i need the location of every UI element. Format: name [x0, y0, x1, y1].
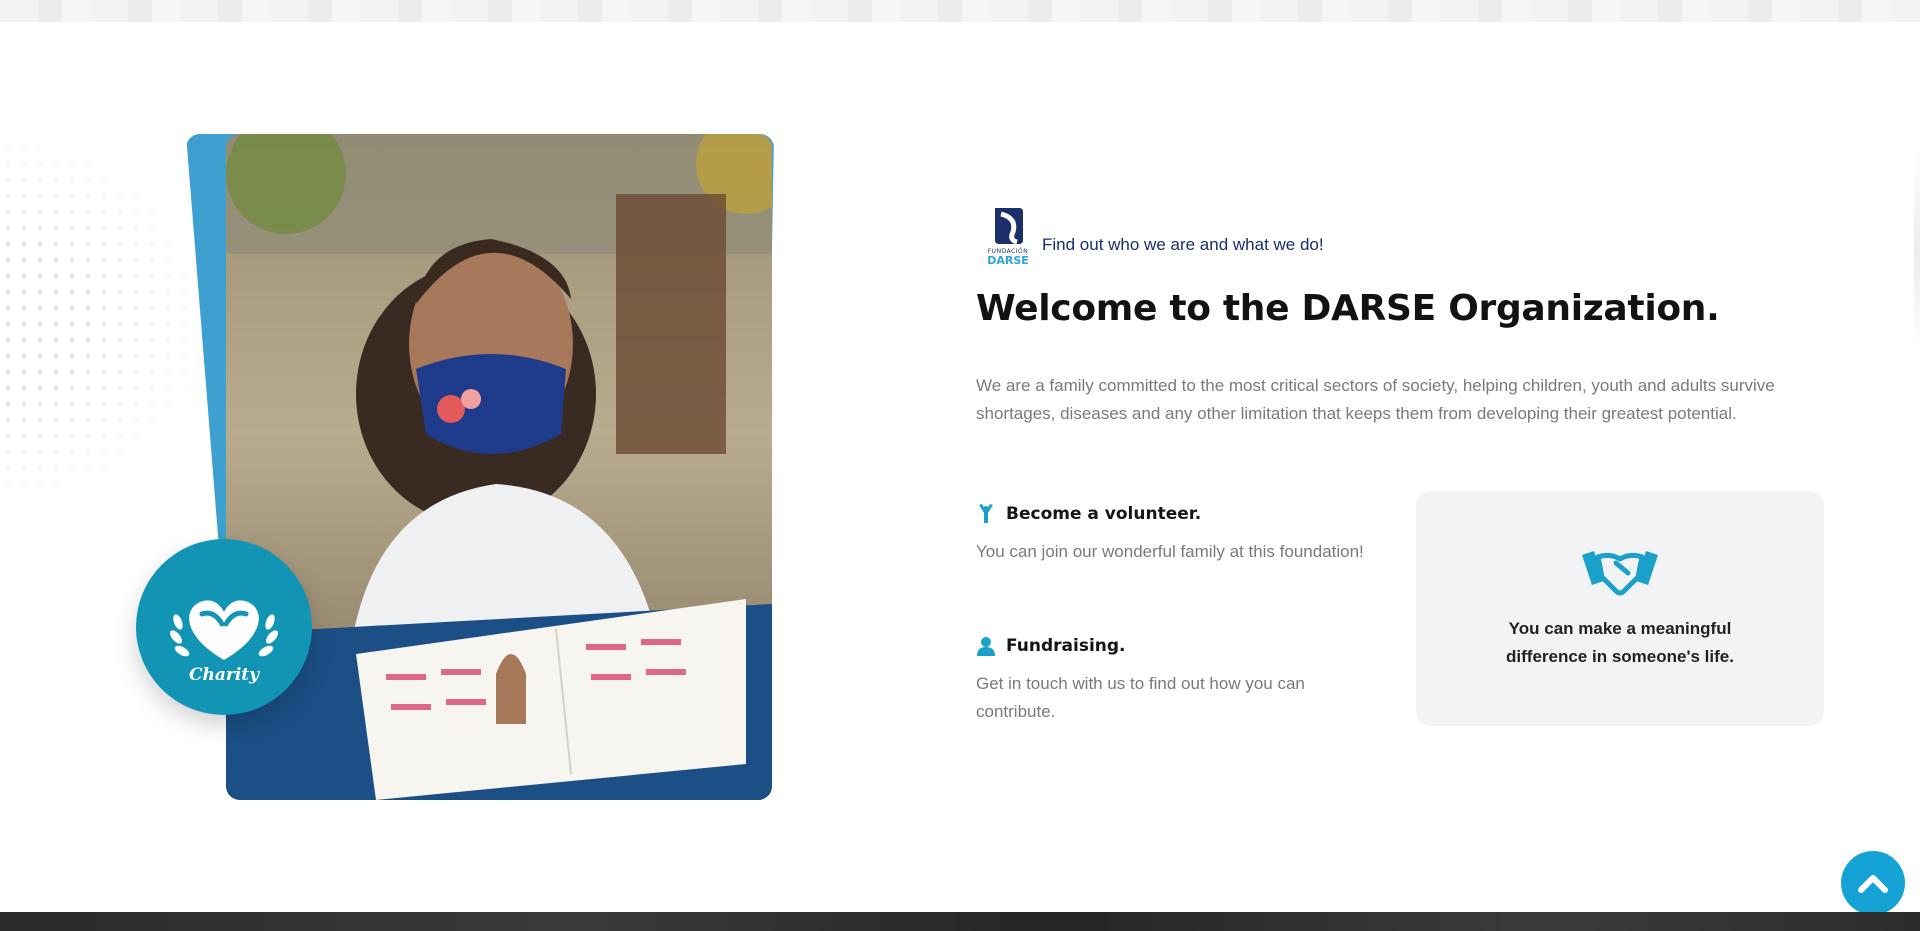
feature-volunteer-title: Become a volunteer. [1006, 504, 1202, 524]
darse-logo[interactable]: FUNDACIÓN DARSE [984, 206, 1032, 272]
decorative-dot-pattern [0, 140, 200, 500]
impact-card: You can make a meaningful difference in … [1416, 491, 1824, 726]
tagline: Find out who we are and what we do! [1042, 235, 1324, 254]
feature-fundraising: Fundraising. Get in touch with us to fin… [976, 636, 1376, 726]
handshake-icon [1580, 547, 1660, 601]
decorative-edge [1914, 150, 1920, 350]
hero-photo [226, 134, 772, 800]
feature-fundraising-text: Get in touch with us to find out how you… [976, 674, 1305, 721]
person-icon [976, 636, 996, 656]
feature-volunteer: Become a volunteer. You can join our won… [976, 504, 1376, 566]
scroll-to-top-button[interactable] [1841, 851, 1905, 915]
next-section-strip [0, 912, 1920, 931]
feature-volunteer-text: You can join our wonderful family at thi… [976, 542, 1364, 561]
person-raising-hand-icon [976, 504, 996, 524]
intro-row: FUNDACIÓN DARSE Find out who we are and … [984, 206, 1324, 272]
charity-badge-label: Charity [188, 665, 260, 685]
heart-hands-icon [170, 600, 278, 660]
previous-section-strip [0, 0, 1920, 22]
intro-description: We are a family committed to the most cr… [976, 376, 1775, 423]
page-title: Welcome to the DARSE Organization. [976, 288, 1720, 329]
logo-name: DARSE [987, 254, 1029, 267]
darse-logo-mark-icon [995, 208, 1023, 245]
impact-card-text: You can make a meaningful difference in … [1506, 618, 1734, 666]
charity-badge: Charity [136, 539, 312, 715]
feature-fundraising-title: Fundraising. [1006, 636, 1126, 656]
chevron-up-icon [1858, 875, 1888, 893]
